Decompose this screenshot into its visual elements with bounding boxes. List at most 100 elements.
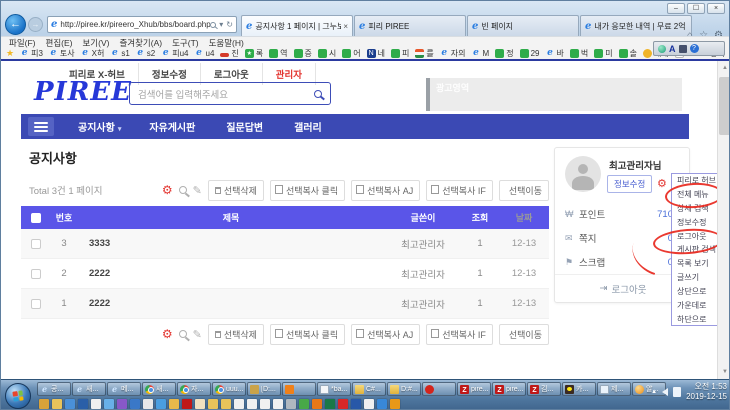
start-button[interactable] bbox=[5, 383, 31, 409]
cell-title-link[interactable]: 2222 bbox=[77, 268, 385, 279]
page-scrollbar[interactable]: ▲ ▼ bbox=[717, 61, 730, 379]
quick-launch-icon[interactable] bbox=[377, 399, 387, 409]
menu-item[interactable]: 도움말(H) bbox=[209, 37, 244, 49]
taskbar-app-button[interactable]: pire... bbox=[457, 382, 491, 396]
ime-ball-icon[interactable] bbox=[658, 45, 666, 53]
quick-launch-icon[interactable] bbox=[286, 399, 296, 409]
context-menu-item[interactable]: 가운데로 bbox=[672, 299, 717, 313]
favorite-link[interactable]: 피3 bbox=[20, 48, 43, 59]
quick-launch-icon[interactable] bbox=[78, 399, 88, 409]
taskbar-app-button[interactable]: 새... bbox=[142, 382, 176, 396]
search-submit-icon[interactable] bbox=[314, 90, 322, 98]
taskbar-app-button[interactable]: D:#... bbox=[387, 382, 421, 396]
quick-launch-icon[interactable] bbox=[325, 399, 335, 409]
favorite-link[interactable]: 피u4 bbox=[161, 48, 188, 59]
context-menu-item[interactable]: 상단으로 bbox=[672, 285, 717, 299]
quick-launch-icon[interactable] bbox=[234, 399, 244, 409]
quick-launch-icon[interactable] bbox=[169, 399, 179, 409]
table-row[interactable]: 1 2222 최고관리자 1 12-13 bbox=[21, 289, 549, 319]
favorite-link[interactable]: 벅 bbox=[570, 48, 588, 59]
board-action-button[interactable]: 선택복사 클릭 bbox=[270, 180, 345, 201]
row-checkbox[interactable] bbox=[31, 299, 41, 309]
favorite-link[interactable]: 29 bbox=[520, 48, 540, 59]
forward-button[interactable]: → bbox=[28, 17, 43, 32]
table-row[interactable]: 3 3333 최고관리자 1 12-13 bbox=[21, 229, 549, 259]
main-nav-item[interactable]: 공지사항▾ bbox=[64, 119, 135, 134]
menu-item[interactable]: 보기(V) bbox=[82, 37, 109, 49]
tab-close-icon[interactable]: × bbox=[341, 22, 348, 31]
write-pencil-icon[interactable]: ✎ bbox=[193, 184, 202, 197]
favorite-link[interactable]: 네 bbox=[367, 48, 385, 59]
favorite-link[interactable]: 정 bbox=[495, 48, 513, 59]
quick-launch-icon[interactable] bbox=[390, 399, 400, 409]
context-menu-item[interactable]: 정보수정 bbox=[672, 216, 717, 230]
taskbar-app-button[interactable]: *ba... bbox=[317, 382, 351, 396]
ime-help-icon[interactable]: ? bbox=[690, 44, 699, 53]
site-logo[interactable]: PIREE bbox=[34, 77, 132, 107]
quick-launch-icon[interactable] bbox=[364, 399, 374, 409]
taskbar-app-button[interactable]: pire... bbox=[492, 382, 526, 396]
quick-launch-icon[interactable] bbox=[208, 399, 218, 409]
profile-gear-icon[interactable]: ⚙ bbox=[657, 177, 667, 190]
cell-title-link[interactable]: 2222 bbox=[77, 298, 385, 309]
favorite-link[interactable]: u4 bbox=[195, 48, 215, 59]
quick-launch-icon[interactable] bbox=[260, 399, 270, 409]
board-action-button[interactable]: 선택복사 IF bbox=[426, 180, 493, 201]
write-pencil-icon[interactable]: ✎ bbox=[193, 328, 202, 341]
back-button[interactable]: ← bbox=[5, 14, 26, 35]
context-menu-item[interactable]: 글쓰기 bbox=[672, 271, 717, 285]
favorite-link[interactable]: X허 bbox=[81, 48, 105, 59]
board-action-button[interactable]: 선택삭제 bbox=[208, 324, 264, 345]
taskbar-app-button[interactable]: uuu... bbox=[212, 382, 246, 396]
taskbar-app-button[interactable]: 김... bbox=[527, 382, 561, 396]
favorite-link[interactable]: 피 bbox=[391, 48, 409, 59]
quick-launch-icon[interactable] bbox=[65, 399, 75, 409]
favorite-link[interactable]: 증 bbox=[294, 48, 312, 59]
hamburger-menu-icon[interactable] bbox=[28, 117, 54, 136]
cell-title-link[interactable]: 3333 bbox=[77, 238, 385, 249]
site-search-input[interactable]: 검색어를 입력해주세요 bbox=[129, 82, 331, 105]
quick-launch-icon[interactable] bbox=[117, 399, 127, 409]
taskbar-app-button[interactable]: [D:... bbox=[247, 382, 281, 396]
taskbar-app-button[interactable]: 공... bbox=[37, 382, 71, 396]
context-menu-item[interactable]: 목록 보기 bbox=[672, 257, 717, 271]
quick-launch-icon[interactable] bbox=[130, 399, 140, 409]
favorite-link[interactable]: s1 bbox=[110, 48, 129, 59]
board-action-button[interactable]: 선택복사 AJ bbox=[351, 180, 420, 201]
select-all-checkbox[interactable] bbox=[31, 213, 41, 223]
main-nav-item[interactable]: 질문답변 bbox=[212, 119, 280, 134]
maximize-button[interactable]: ☐ bbox=[687, 3, 705, 14]
refresh-icon[interactable]: ↻ bbox=[226, 20, 233, 29]
favorite-link[interactable]: 역 bbox=[269, 48, 287, 59]
browser-tab[interactable]: e 공지사항 1 페이지 | 그누보... × bbox=[241, 15, 353, 36]
favorite-link[interactable]: 바 bbox=[545, 48, 563, 59]
board-action-button[interactable]: 선택복사 클릭 bbox=[270, 324, 345, 345]
taskbar-app-button[interactable]: 자... bbox=[177, 382, 211, 396]
taskbar-app-button[interactable]: 새... bbox=[72, 382, 106, 396]
favorites-icon[interactable]: ★ bbox=[6, 48, 14, 59]
taskbar-app-button[interactable]: 메... bbox=[107, 382, 141, 396]
search-icon[interactable] bbox=[210, 22, 216, 28]
quick-launch-icon[interactable] bbox=[299, 399, 309, 409]
favorite-link[interactable]: 솔 bbox=[619, 48, 637, 59]
browser-tab[interactable]: e 빈 페이지 bbox=[467, 15, 579, 36]
board-search-icon[interactable] bbox=[179, 186, 187, 194]
admin-gear-icon[interactable]: ⚙ bbox=[162, 184, 173, 196]
quick-launch-icon[interactable] bbox=[312, 399, 322, 409]
main-nav-item[interactable]: 자유게시판 bbox=[135, 119, 212, 134]
volume-icon[interactable] bbox=[662, 388, 668, 396]
quick-launch-icon[interactable] bbox=[221, 399, 231, 409]
board-action-button[interactable]: 선택복사 IF bbox=[426, 324, 493, 345]
scrollbar-thumb[interactable] bbox=[719, 77, 730, 135]
minimize-button[interactable]: – bbox=[667, 3, 685, 14]
favorite-link[interactable]: M bbox=[472, 48, 490, 59]
taskbar-app-button[interactable]: 제... bbox=[597, 382, 631, 396]
menu-item[interactable]: 파일(F) bbox=[9, 37, 36, 49]
action-center-icon[interactable] bbox=[673, 387, 681, 397]
favorite-link[interactable]: 진 bbox=[220, 48, 238, 59]
profile-edit-button[interactable]: 정보수정 bbox=[607, 175, 652, 193]
clock[interactable]: 오전 1:53 2019-12-15 bbox=[686, 382, 727, 402]
address-bar[interactable]: e http://piree.kr/pireero_Xhub/bbs/board… bbox=[47, 16, 237, 33]
quick-launch-icon[interactable] bbox=[52, 399, 62, 409]
scroll-up-icon[interactable]: ▲ bbox=[718, 61, 730, 75]
